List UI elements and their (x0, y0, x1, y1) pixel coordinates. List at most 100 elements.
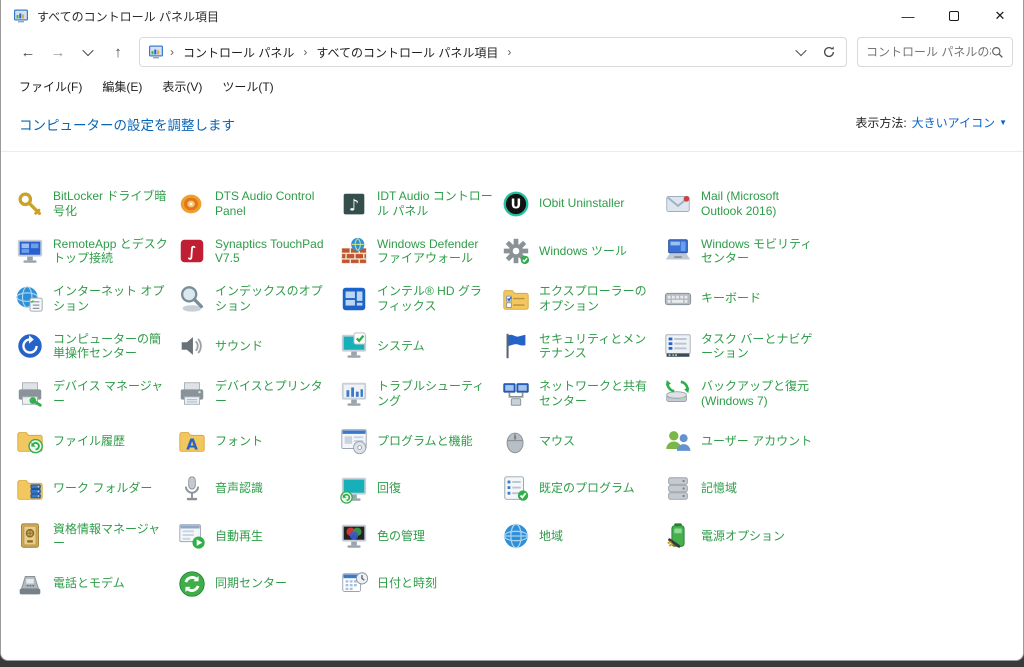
item-devices-printers[interactable]: デバイスとプリンター (177, 379, 339, 409)
autoplay-icon (177, 521, 207, 551)
item-date-time-calendar[interactable]: 日付と時刻 (339, 569, 501, 599)
credential-manager-safe-icon (15, 521, 45, 551)
breadcrumb-control-panel[interactable]: コントロール パネル (181, 42, 296, 63)
refresh-button[interactable] (816, 40, 842, 64)
item-label: 日付と時刻 (377, 576, 437, 591)
storage-spaces-icon (663, 474, 693, 504)
item-windows-tools-gear[interactable]: Windows ツール (501, 236, 663, 266)
item-internet-options-globe[interactable]: インターネット オプション (15, 284, 177, 314)
item-file-history-folder[interactable]: ファイル履歴 (15, 426, 177, 456)
item-recovery-monitor[interactable]: 回復 (339, 474, 501, 504)
back-button[interactable]: ← (15, 39, 41, 65)
item-mail[interactable]: Mail (Microsoft Outlook 2016) (663, 189, 825, 219)
item-idt-audio-note[interactable]: ♪ IDT Audio コントロール パネル (339, 189, 501, 219)
menu-view[interactable]: 表示(V) (154, 74, 210, 99)
item-ease-of-access[interactable]: コンピューターの簡単操作センター (15, 331, 177, 361)
chevron-down-icon (795, 45, 806, 56)
ease-of-access-icon (15, 331, 45, 361)
search-input[interactable] (866, 45, 991, 59)
item-storage-spaces[interactable]: 記憶域 (663, 474, 825, 504)
item-autoplay[interactable]: 自動再生 (177, 521, 339, 551)
security-maintenance-flag-icon (501, 331, 531, 361)
item-dts-audio-disc[interactable]: DTS Audio Control Panel (177, 189, 339, 219)
item-taskbar-navigation[interactable]: タスク バーとナビゲーション (663, 331, 825, 361)
speech-recognition-mic-icon (177, 474, 207, 504)
forward-button[interactable]: → (45, 39, 71, 65)
refresh-icon (822, 45, 836, 59)
item-label: セキュリティとメンテナンス (539, 332, 655, 361)
item-label: 同期センター (215, 576, 287, 591)
item-label: Windows Defender ファイアウォール (377, 237, 493, 266)
item-sound-speaker[interactable]: サウンド (177, 331, 339, 361)
item-fonts-folder[interactable]: A フォント (177, 426, 339, 456)
menu-file[interactable]: ファイル(F) (11, 74, 90, 99)
address-bar[interactable]: › コントロール パネル › すべてのコントロール パネル項目 › (139, 37, 847, 67)
item-speech-recognition-mic[interactable]: 音声認識 (177, 474, 339, 504)
maximize-icon (949, 11, 959, 21)
control-panel-items-grid: BitLocker ドライブ暗号化 DTS Audio Control Pane… (15, 180, 1023, 608)
breadcrumb: › コントロール パネル › すべてのコントロール パネル項目 › (170, 42, 788, 63)
item-mobility-center[interactable]: Windows モビリティ センター (663, 236, 825, 266)
programs-features-icon (339, 426, 369, 456)
item-label: フォント (215, 434, 263, 449)
chevron-down-icon (82, 45, 93, 56)
item-security-maintenance-flag[interactable]: セキュリティとメンテナンス (501, 331, 663, 361)
item-label: プログラムと機能 (377, 434, 473, 449)
item-firewall[interactable]: Windows Defender ファイアウォール (339, 236, 501, 266)
item-sync-center[interactable]: 同期センター (177, 569, 339, 599)
file-history-folder-icon (15, 426, 45, 456)
item-indexing-options-magnifier[interactable]: インデックスのオプション (177, 284, 339, 314)
item-keyboard[interactable]: キーボード (663, 284, 825, 314)
item-mouse[interactable]: マウス (501, 426, 663, 456)
minimize-button[interactable]: — (885, 0, 931, 32)
item-label: インテル® HD グラフィックス (377, 284, 493, 313)
item-label: バックアップと復元 (Windows 7) (701, 379, 817, 408)
item-region-globe[interactable]: 地域 (501, 521, 663, 551)
breadcrumb-all-items[interactable]: すべてのコントロール パネル項目 (314, 42, 500, 63)
breadcrumb-separator: › (170, 45, 174, 59)
up-button[interactable]: ↑ (105, 39, 131, 65)
item-label: IDT Audio コントロール パネル (377, 189, 493, 218)
item-device-manager[interactable]: デバイス マネージャー (15, 379, 177, 409)
item-label: デバイスとプリンター (215, 379, 331, 408)
item-label: 色の管理 (377, 529, 425, 544)
item-credential-manager-safe[interactable]: 資格情報マネージャー (15, 521, 177, 551)
recent-pages-chevron-button[interactable] (75, 39, 101, 65)
item-iobit-uninstaller[interactable]: U IObit Uninstaller (501, 189, 663, 219)
item-phone-modem[interactable]: 電話とモデム (15, 569, 177, 599)
item-backup-restore[interactable]: バックアップと復元 (Windows 7) (663, 379, 825, 409)
item-label: 音声認識 (215, 481, 263, 496)
item-bitlocker-key[interactable]: BitLocker ドライブ暗号化 (15, 189, 177, 219)
item-network-sharing[interactable]: ネットワークと共有センター (501, 379, 663, 409)
item-remoteapp-desktop[interactable]: RemoteApp とデスクトップ接続 (15, 236, 177, 266)
item-label: コンピューターの簡単操作センター (53, 332, 169, 361)
item-intel-hd-graphics[interactable]: インテル® HD グラフィックス (339, 284, 501, 314)
item-label: BitLocker ドライブ暗号化 (53, 189, 169, 218)
item-programs-features[interactable]: プログラムと機能 (339, 426, 501, 456)
item-label: マウス (539, 434, 575, 449)
item-label: 電源オプション (701, 529, 785, 544)
item-work-folders[interactable]: ワーク フォルダー (15, 474, 177, 504)
item-power-options-battery[interactable]: 電源オプション (663, 521, 825, 551)
item-default-programs[interactable]: 既定のプログラム (501, 474, 663, 504)
item-label: ワーク フォルダー (53, 481, 152, 496)
search-box[interactable] (857, 37, 1013, 67)
user-accounts-icon (663, 426, 693, 456)
address-dropdown-button[interactable] (788, 40, 814, 64)
maximize-button[interactable] (931, 0, 977, 32)
item-label: インターネット オプション (53, 284, 169, 313)
menu-edit[interactable]: 編集(E) (94, 74, 150, 99)
item-color-management[interactable]: 色の管理 (339, 521, 501, 551)
menu-tools[interactable]: ツール(T) (214, 74, 281, 99)
item-label: Windows モビリティ センター (701, 237, 817, 266)
color-management-icon (339, 521, 369, 551)
page-header: コンピューターの設定を調整します 表示方法: 大きいアイコン ▼ (1, 100, 1023, 152)
item-system-monitor[interactable]: システム (339, 331, 501, 361)
view-by-dropdown[interactable]: 大きいアイコン ▼ (912, 114, 1007, 131)
item-synaptics-touchpad[interactable]: ∫ Synaptics TouchPad V7.5 (177, 236, 339, 266)
item-troubleshooting-monitor[interactable]: トラブルシューティング (339, 379, 501, 409)
item-explorer-options-folder[interactable]: エクスプローラーのオプション (501, 284, 663, 314)
close-button[interactable]: ✕ (977, 0, 1023, 32)
item-label: インデックスのオプション (215, 284, 331, 313)
item-user-accounts[interactable]: ユーザー アカウント (663, 426, 825, 456)
